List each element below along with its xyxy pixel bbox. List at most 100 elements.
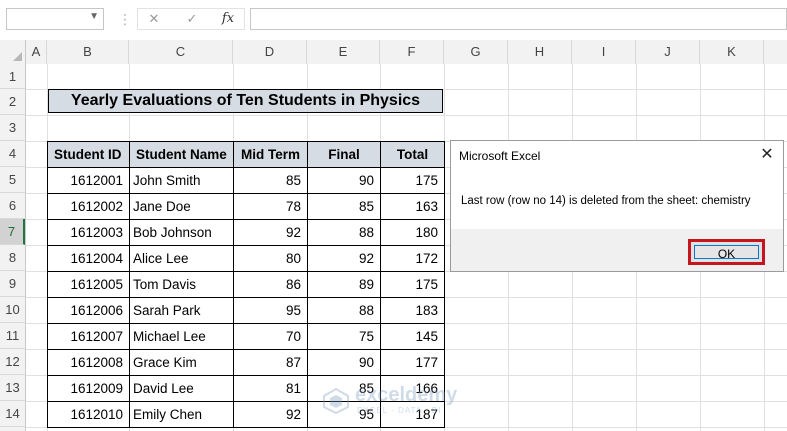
cell-student-id[interactable]: 1612006 — [47, 297, 130, 324]
cell-total[interactable]: 163 — [380, 193, 445, 220]
cell-mid-term[interactable]: 81 — [233, 375, 308, 402]
cell-mid-term[interactable]: 85 — [233, 167, 308, 194]
header-student-name[interactable]: Student Name — [129, 141, 234, 168]
row-header-3[interactable]: 3 — [0, 115, 25, 141]
table-row: 1612003 Bob Johnson 92 88 180 — [47, 219, 445, 246]
cell-student-id[interactable]: 1612005 — [47, 271, 130, 298]
dialog-message: Last row (row no 14) is deleted from the… — [461, 195, 751, 207]
table-row: 1612007 Michael Lee 70 75 145 — [47, 323, 445, 350]
column-header-e[interactable]: E — [307, 40, 380, 64]
column-header-h[interactable]: H — [508, 40, 572, 64]
row-header-11[interactable]: 11 — [0, 323, 25, 349]
cell-student-name[interactable]: Emily Chen — [129, 401, 234, 428]
row-header-9[interactable]: 9 — [0, 271, 25, 297]
ok-button-highlight[interactable]: OK — [688, 239, 765, 265]
gridline — [26, 115, 787, 116]
column-header-j[interactable]: J — [636, 40, 700, 64]
watermark: exceldemy EXCEL · DATA · BI — [323, 384, 483, 420]
cell-student-id[interactable]: 1612010 — [47, 401, 130, 428]
ok-button[interactable]: OK — [694, 245, 759, 261]
row-header-2[interactable]: 2 — [0, 89, 25, 115]
cell-student-name[interactable]: Tom Davis — [129, 271, 234, 298]
cell-student-name[interactable]: David Lee — [129, 375, 234, 402]
cell-mid-term[interactable]: 86 — [233, 271, 308, 298]
cell-mid-term[interactable]: 80 — [233, 245, 308, 272]
header-mid-term[interactable]: Mid Term — [233, 141, 308, 168]
cell-student-name[interactable]: Sarah Park — [129, 297, 234, 324]
header-student-id[interactable]: Student ID — [47, 141, 130, 168]
cell-final[interactable]: 90 — [307, 349, 381, 376]
cell-final[interactable]: 92 — [307, 245, 381, 272]
row-header-13[interactable]: 13 — [0, 375, 25, 401]
cell-student-name[interactable]: Michael Lee — [129, 323, 234, 350]
cell-student-name[interactable]: Bob Johnson — [129, 219, 234, 246]
row-header-5[interactable]: 5 — [0, 167, 25, 193]
row-header-12[interactable]: 12 — [0, 349, 25, 375]
enter-icon[interactable]: ✓ — [180, 10, 204, 28]
cell-final[interactable]: 89 — [307, 271, 381, 298]
cell-student-id[interactable]: 1612007 — [47, 323, 130, 350]
cell-final[interactable]: 88 — [307, 297, 381, 324]
insert-function-icon[interactable]: fx — [216, 10, 240, 28]
close-icon[interactable]: ✕ — [757, 145, 777, 165]
column-header-a[interactable]: A — [26, 40, 47, 64]
cell-student-id[interactable]: 1612003 — [47, 219, 130, 246]
column-header-g[interactable]: G — [444, 40, 508, 64]
cell-mid-term[interactable]: 92 — [233, 401, 308, 428]
cell-student-id[interactable]: 1612009 — [47, 375, 130, 402]
cell-student-name[interactable]: Alice Lee — [129, 245, 234, 272]
column-header-b[interactable]: B — [47, 40, 129, 64]
sheet-title[interactable]: Yearly Evaluations of Ten Students in Ph… — [48, 89, 443, 113]
row-header-14[interactable]: 14 — [0, 401, 25, 427]
column-header-c[interactable]: C — [129, 40, 233, 64]
row-header-10[interactable]: 10 — [0, 297, 25, 323]
cell-student-id[interactable]: 1612002 — [47, 193, 130, 220]
cell-student-id[interactable]: 1612008 — [47, 349, 130, 376]
cell-total[interactable]: 180 — [380, 219, 445, 246]
cell-final[interactable]: 85 — [307, 193, 381, 220]
formula-input[interactable] — [250, 8, 787, 30]
header-total[interactable]: Total — [380, 141, 445, 168]
cell-mid-term[interactable]: 78 — [233, 193, 308, 220]
cell-total[interactable]: 175 — [380, 167, 445, 194]
cell-final[interactable]: 75 — [307, 323, 381, 350]
column-header-i[interactable]: I — [572, 40, 636, 64]
row-header-8[interactable]: 8 — [0, 245, 25, 271]
cell-student-id[interactable]: 1612004 — [47, 245, 130, 272]
cell-total[interactable]: 183 — [380, 297, 445, 324]
row-header-7[interactable]: 7 — [0, 219, 25, 245]
more-options-icon[interactable]: ⋮ — [118, 8, 132, 30]
cell-total[interactable]: 172 — [380, 245, 445, 272]
cell-student-name[interactable]: Jane Doe — [129, 193, 234, 220]
watermark-tagline: EXCEL · DATA · BI — [357, 406, 442, 415]
exceldemy-logo-icon — [323, 388, 349, 414]
cell-student-name[interactable]: John Smith — [129, 167, 234, 194]
column-header-f[interactable]: F — [380, 40, 444, 64]
cancel-icon[interactable]: ✕ — [142, 10, 166, 28]
cell-student-id[interactable]: 1612001 — [47, 167, 130, 194]
cell-total[interactable]: 145 — [380, 323, 445, 350]
table-row: 1612005 Tom Davis 86 89 175 — [47, 271, 445, 298]
cell-final[interactable]: 90 — [307, 167, 381, 194]
cell-mid-term[interactable]: 87 — [233, 349, 308, 376]
row-header-1[interactable]: 1 — [0, 64, 25, 89]
dialog-titlebar[interactable]: Microsoft Excel ✕ — [451, 141, 783, 171]
column-header-d[interactable]: D — [233, 40, 307, 64]
name-box[interactable]: ▼ — [6, 8, 104, 30]
table-header-row: Student ID Student Name Mid Term Final T… — [47, 141, 445, 168]
cell-student-name[interactable]: Grace Kim — [129, 349, 234, 376]
header-final[interactable]: Final — [307, 141, 381, 168]
cell-final[interactable]: 88 — [307, 219, 381, 246]
cell-total[interactable]: 177 — [380, 349, 445, 376]
row-header-6[interactable]: 6 — [0, 193, 25, 219]
row-header-4[interactable]: 4 — [0, 141, 25, 167]
table-row: 1612002 Jane Doe 78 85 163 — [47, 193, 445, 220]
select-all-button[interactable] — [0, 40, 26, 64]
cell-mid-term[interactable]: 70 — [233, 323, 308, 350]
cell-total[interactable]: 175 — [380, 271, 445, 298]
column-header-k[interactable]: K — [700, 40, 764, 64]
formula-bar: ▼ ⋮ ✕ ✓ fx — [0, 0, 787, 41]
cell-mid-term[interactable]: 95 — [233, 297, 308, 324]
cell-mid-term[interactable]: 92 — [233, 219, 308, 246]
chevron-down-icon[interactable]: ▼ — [89, 11, 99, 22]
